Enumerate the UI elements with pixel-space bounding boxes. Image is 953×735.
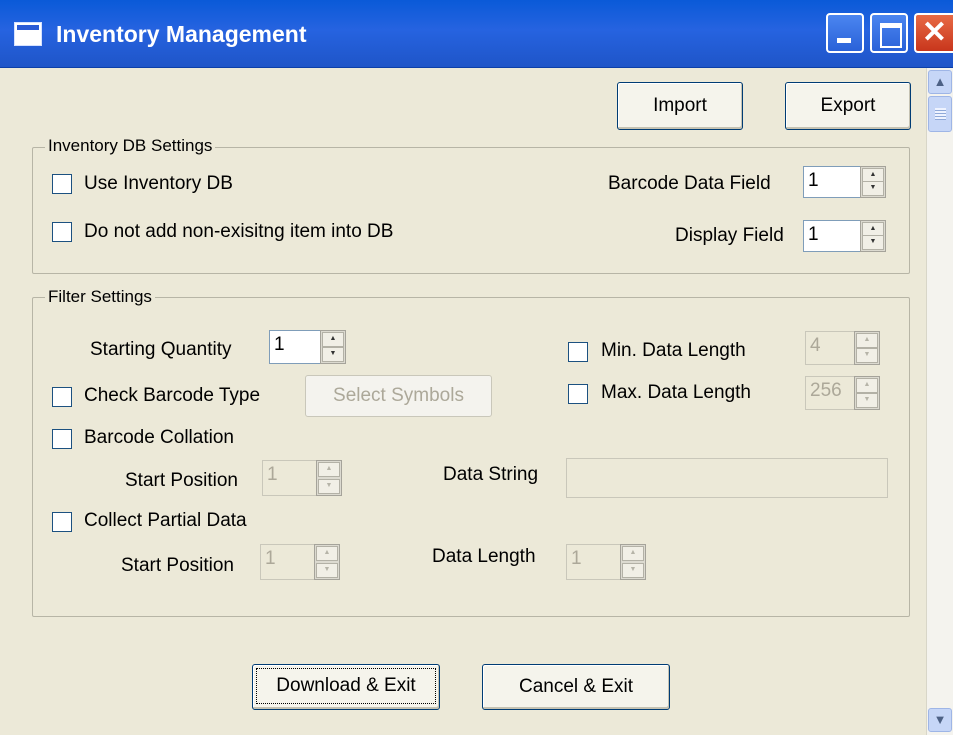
- minimize-button[interactable]: [826, 13, 864, 53]
- starting-quantity-label: Starting Quantity: [90, 339, 232, 360]
- select-symbols-button[interactable]: Select Symbols: [305, 375, 492, 417]
- window-title: Inventory Management: [56, 21, 307, 47]
- spin-down-icon[interactable]: ▼: [322, 347, 344, 362]
- data-length-input[interactable]: 1: [566, 544, 621, 580]
- partial-start-position-label: Start Position: [121, 555, 234, 576]
- display-field-label: Display Field: [675, 225, 784, 246]
- inventory-db-settings-group: [32, 147, 910, 274]
- collation-start-position-spinner[interactable]: ▲ ▼: [316, 460, 342, 496]
- max-data-length-checkbox[interactable]: [568, 384, 588, 404]
- data-string-label: Data String: [443, 464, 539, 485]
- inventory-db-settings-legend: Inventory DB Settings: [45, 135, 216, 157]
- partial-start-position-input[interactable]: 1: [260, 544, 315, 580]
- data-length-label: Data Length: [432, 546, 536, 567]
- collect-partial-data-checkbox[interactable]: [52, 512, 72, 532]
- spin-down-icon[interactable]: ▼: [862, 181, 884, 196]
- spin-down-icon[interactable]: ▼: [318, 479, 340, 494]
- min-data-length-label[interactable]: Min. Data Length: [601, 337, 746, 365]
- use-inventory-db-checkbox[interactable]: [52, 174, 72, 194]
- max-data-length-input[interactable]: 256: [805, 376, 855, 410]
- spin-up-icon[interactable]: ▲: [856, 333, 878, 348]
- do-not-add-item-checkbox[interactable]: [52, 222, 72, 242]
- scroll-down-arrow-icon[interactable]: ▼: [928, 708, 952, 732]
- export-button[interactable]: Export: [785, 82, 911, 130]
- spin-down-icon[interactable]: ▼: [862, 235, 884, 250]
- barcode-data-field-label: Barcode Data Field: [608, 173, 771, 194]
- data-length-spinner[interactable]: ▲ ▼: [620, 544, 646, 580]
- collation-start-position-input[interactable]: 1: [262, 460, 317, 496]
- starting-quantity-input[interactable]: 1: [269, 330, 321, 364]
- scroll-thumb[interactable]: [928, 96, 952, 132]
- collation-start-position-label: Start Position: [125, 470, 238, 491]
- min-data-length-input[interactable]: 4: [805, 331, 855, 365]
- vertical-scrollbar[interactable]: ▲ ▼: [926, 68, 953, 735]
- download-and-exit-button[interactable]: Download & Exit: [252, 664, 440, 710]
- check-barcode-type-checkbox[interactable]: [52, 387, 72, 407]
- display-field-input[interactable]: 1: [803, 220, 861, 252]
- spin-up-icon[interactable]: ▲: [856, 378, 878, 393]
- close-button[interactable]: ✕: [914, 13, 953, 53]
- import-button[interactable]: Import: [617, 82, 743, 130]
- max-data-length-label[interactable]: Max. Data Length: [601, 379, 751, 407]
- barcode-collation-label[interactable]: Barcode Collation: [84, 424, 234, 452]
- min-data-length-spinner[interactable]: ▲ ▼: [854, 331, 880, 365]
- starting-quantity-spinner[interactable]: ▲ ▼: [320, 330, 346, 364]
- spin-down-icon[interactable]: ▼: [856, 348, 878, 363]
- use-inventory-db-label[interactable]: Use Inventory DB: [84, 170, 233, 198]
- barcode-data-field-input[interactable]: 1: [803, 166, 861, 198]
- scroll-up-arrow-icon[interactable]: ▲: [928, 70, 952, 94]
- title-bar[interactable]: Inventory Management ✕: [0, 0, 953, 68]
- spin-up-icon[interactable]: ▲: [316, 546, 338, 561]
- filter-settings-legend: Filter Settings: [45, 286, 155, 308]
- spin-down-icon[interactable]: ▼: [622, 563, 644, 578]
- spin-up-icon[interactable]: ▲: [322, 332, 344, 347]
- min-data-length-checkbox[interactable]: [568, 342, 588, 362]
- collect-partial-data-label[interactable]: Collect Partial Data: [84, 507, 247, 535]
- spin-up-icon[interactable]: ▲: [622, 546, 644, 561]
- maximize-button[interactable]: [870, 13, 908, 53]
- barcode-collation-checkbox[interactable]: [52, 429, 72, 449]
- data-string-input[interactable]: [566, 458, 888, 498]
- do-not-add-item-label[interactable]: Do not add non-exisitng item into DB: [84, 218, 393, 246]
- close-icon: ✕: [921, 16, 948, 49]
- check-barcode-type-label[interactable]: Check Barcode Type: [84, 382, 260, 410]
- barcode-data-field-spinner[interactable]: ▲ ▼: [860, 166, 886, 198]
- display-field-spinner[interactable]: ▲ ▼: [860, 220, 886, 252]
- spin-up-icon[interactable]: ▲: [318, 462, 340, 477]
- app-window-icon: [14, 22, 42, 46]
- spin-down-icon[interactable]: ▼: [856, 393, 878, 408]
- spin-down-icon[interactable]: ▼: [316, 563, 338, 578]
- partial-start-position-spinner[interactable]: ▲ ▼: [314, 544, 340, 580]
- max-data-length-spinner[interactable]: ▲ ▼: [854, 376, 880, 410]
- cancel-and-exit-button[interactable]: Cancel & Exit: [482, 664, 670, 710]
